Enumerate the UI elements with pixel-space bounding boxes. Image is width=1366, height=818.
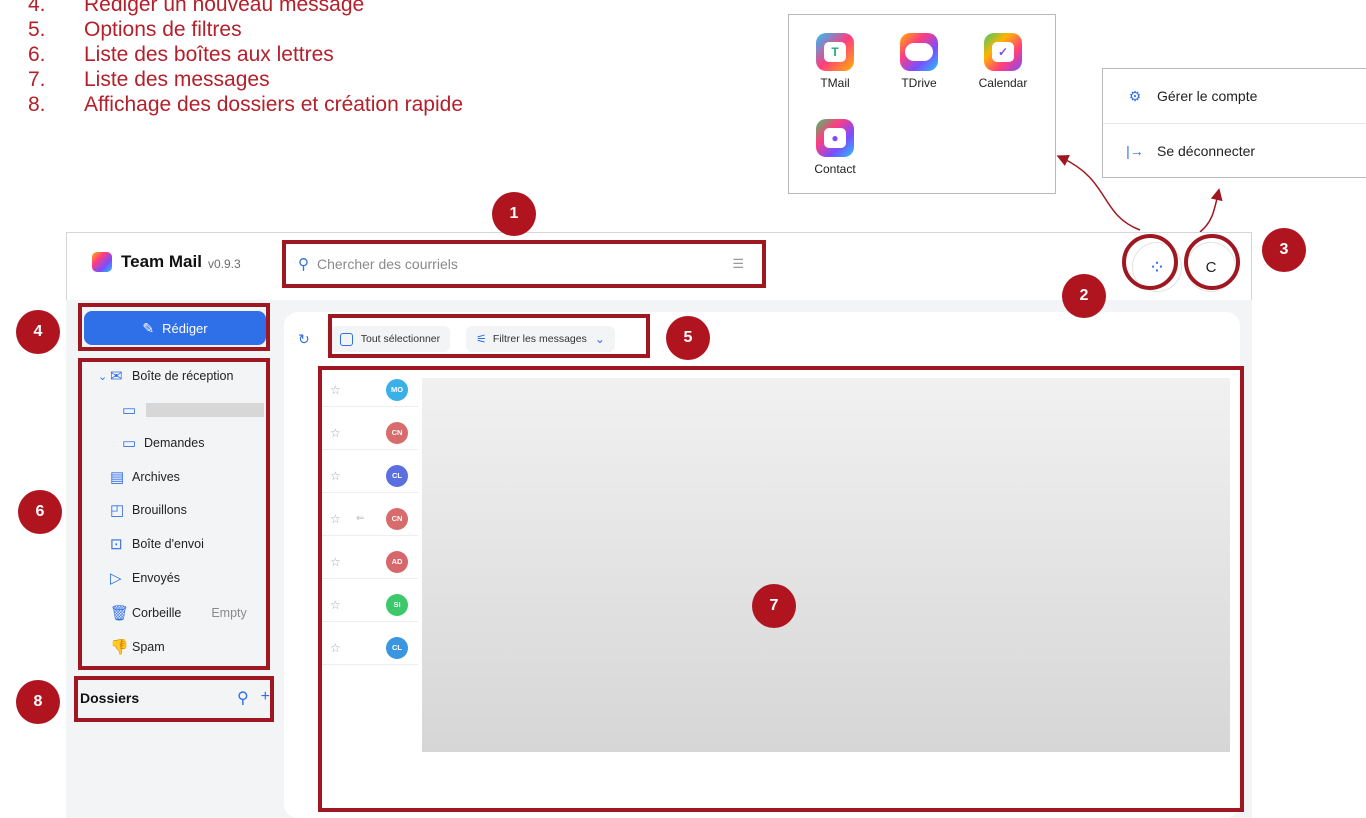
team-mail-logo-icon (92, 252, 112, 272)
highlight-folders (74, 676, 274, 722)
annotation-badge-7: 7 (752, 584, 796, 628)
arrow-to-launcher (1056, 155, 1141, 231)
highlight-compose (78, 303, 270, 351)
annotation-badge-1: 1 (492, 192, 536, 236)
annotated-screenshot: 4. Rédiger un nouveau message 5. Options d… (0, 0, 1366, 818)
annotation-badge-8: 8 (16, 680, 60, 724)
annotation-badge-3: 3 (1262, 228, 1306, 272)
refresh-icon[interactable]: ↻ (298, 331, 310, 348)
highlight-search (282, 240, 766, 288)
app-name: Team Mail (121, 252, 202, 271)
highlight-avatar (1184, 234, 1240, 290)
annotation-badge-6: 6 (18, 490, 62, 534)
annotation-badge-4: 4 (16, 310, 60, 354)
app-version: v0.9.3 (207, 257, 241, 271)
highlight-filters (328, 314, 650, 358)
highlight-app-grid (1122, 234, 1178, 290)
brand[interactable]: Team Mail v0.9.3 (92, 252, 241, 272)
annotation-badge-5: 5 (666, 316, 710, 360)
arrow-to-account (1199, 188, 1223, 233)
annotation-badge-2: 2 (1062, 274, 1106, 318)
highlight-mailboxes (78, 358, 270, 670)
